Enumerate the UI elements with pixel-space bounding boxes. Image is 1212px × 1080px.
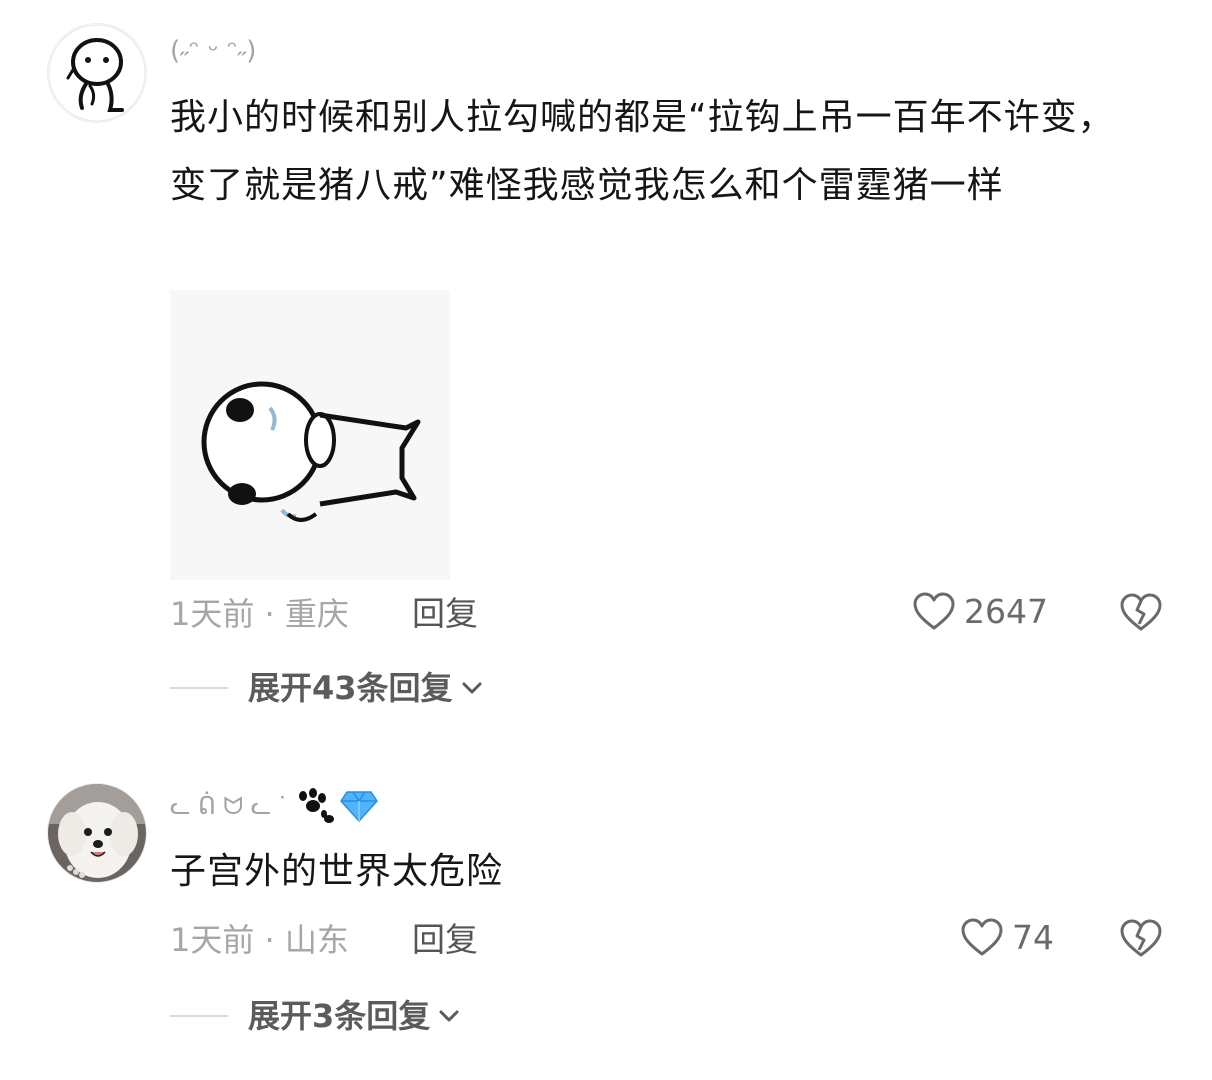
comment-text: 子宫外的世界太危险: [170, 851, 504, 892]
stick-figure-avatar-icon: [48, 24, 146, 122]
chevron-down-icon: [439, 1010, 459, 1022]
divider-line: [170, 1015, 228, 1017]
avatar[interactable]: [48, 784, 146, 882]
heart-icon: [913, 592, 955, 630]
username[interactable]: ᓚ ᕢ ᗢ ᓚ ᐝ: [170, 789, 285, 823]
diamond-icon: [340, 791, 378, 823]
chevron-down-icon: [462, 682, 482, 694]
expand-replies-label: 展开43条回复: [248, 669, 453, 707]
like-button[interactable]: 74: [960, 918, 1054, 958]
username[interactable]: (˶ᵔ ᵕ ᵔ˶): [170, 34, 256, 68]
white-dog-avatar-icon: [48, 784, 146, 882]
time-location: 1天前 · 重庆: [170, 595, 349, 633]
broken-heart-icon: [1120, 919, 1162, 957]
expand-replies-button[interactable]: 展开3条回复: [170, 996, 460, 1036]
reply-button[interactable]: 回复: [412, 594, 478, 634]
broken-heart-icon: [1120, 593, 1162, 631]
comment-text: 我小的时候和别人拉勾喊的都是“拉钩上吊一百年不许变，变了就是猪八戒”难怪我感觉我…: [170, 97, 1115, 206]
time-location: 1天前 · 山东: [170, 921, 349, 959]
username-row: ᓚ ᕢ ᗢ ᓚ ᐝ: [170, 786, 379, 826]
expand-replies-button[interactable]: 展开43条回复: [170, 668, 483, 708]
avatar[interactable]: [48, 24, 146, 122]
cartoon-sticker-icon: [170, 290, 450, 580]
sticker-image[interactable]: [170, 290, 450, 580]
dislike-button[interactable]: [1118, 918, 1164, 958]
paw-icon: [299, 788, 335, 823]
divider-line: [170, 687, 228, 689]
heart-icon: [961, 918, 1003, 956]
expand-replies-label: 展开3条回复: [248, 997, 431, 1035]
reply-button[interactable]: 回复: [412, 920, 478, 960]
like-count: 74: [1012, 918, 1054, 957]
dislike-button[interactable]: [1118, 592, 1164, 632]
like-button[interactable]: 2647: [912, 592, 1048, 632]
like-count: 2647: [964, 592, 1048, 631]
